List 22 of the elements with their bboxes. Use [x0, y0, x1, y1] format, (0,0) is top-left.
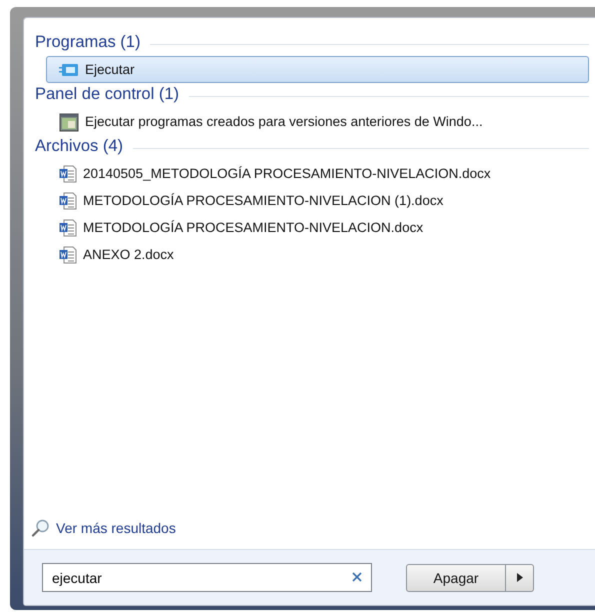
word-document-icon — [59, 218, 77, 236]
more-results-link[interactable]: Ver más resultados — [56, 520, 176, 536]
word-document-icon — [59, 246, 77, 264]
clear-icon[interactable] — [352, 572, 362, 582]
result-item[interactable]: ANEXO 2.docx — [46, 241, 589, 268]
result-item[interactable]: 20140505_METODOLOGÍA PROCESAMIENTO-NIVELACION.docx — [46, 160, 589, 187]
search-icon — [31, 519, 50, 537]
shutdown-options-button[interactable] — [506, 564, 534, 592]
word-document-icon — [59, 192, 77, 210]
section-header: Archivos (4) — [35, 137, 124, 156]
shutdown-button[interactable]: Apagar — [406, 564, 506, 592]
section-header: Panel de control (1) — [35, 85, 179, 104]
result-item[interactable]: Ejecutar programas creados para versiones anteriores de Windo... — [46, 108, 589, 135]
run-window-icon — [59, 62, 79, 76]
program-window-icon — [59, 112, 79, 132]
result-item[interactable]: METODOLOGÍA PROCESAMIENTO-NIVELACION (1).docx — [46, 187, 589, 214]
word-document-icon — [59, 164, 77, 182]
arrow-icon — [516, 573, 522, 582]
result-item[interactable]: Ejecutar — [46, 56, 589, 83]
result-item[interactable]: METODOLOGÍA PROCESAMIENTO-NIVELACION.docx — [46, 214, 589, 241]
section-header: Programas (1) — [35, 33, 140, 52]
search-field[interactable]: ejecutar — [42, 563, 372, 592]
